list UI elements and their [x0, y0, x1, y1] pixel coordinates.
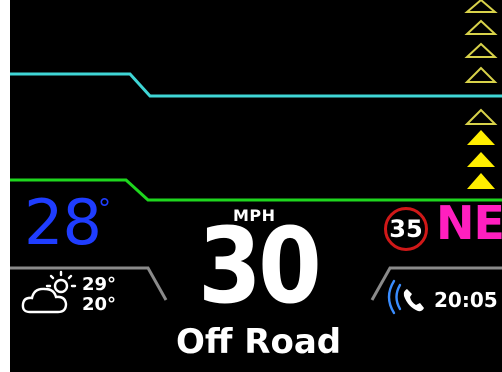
triangle-filled-icon	[467, 152, 495, 167]
triangle-outline-icon	[464, 66, 498, 83]
triangle-outline-icon	[464, 0, 498, 13]
lane-line-upper	[10, 72, 502, 98]
triangle-filled-icon	[467, 173, 495, 189]
triangle-filled-icon	[467, 130, 495, 145]
nav-arrows-lower	[464, 108, 498, 189]
forecast-high-temp: 29°	[82, 274, 117, 295]
clock-time: 20:05	[434, 288, 498, 312]
current-temperature: 28	[24, 186, 102, 259]
compass-heading: NE	[436, 196, 502, 250]
drive-mode-label: Off Road	[176, 322, 342, 362]
phone-call-icon	[387, 279, 424, 315]
triangle-outline-icon	[464, 42, 498, 58]
current-speed: 30	[198, 205, 322, 327]
nav-arrows-upper	[464, 0, 498, 83]
forecast-low-temp: 20°	[82, 294, 117, 315]
temperature-degree-symbol: °	[98, 194, 111, 224]
speed-limit-sign: 35	[384, 207, 428, 251]
hud-display: 28 ° 29° 20° MPH 30 Off Road 35 NE 20:05	[10, 0, 502, 372]
triangle-outline-icon	[464, 108, 498, 125]
partly-cloudy-icon	[21, 270, 77, 314]
triangle-outline-icon	[464, 19, 498, 35]
